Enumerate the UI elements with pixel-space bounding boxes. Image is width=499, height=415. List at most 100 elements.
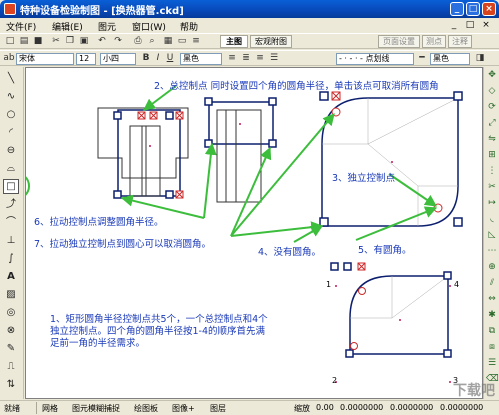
join-tool-icon[interactable]: ⊕ (486, 261, 498, 273)
font-size-name-select[interactable]: 小四 (100, 53, 136, 65)
ellipse-arc-tool-icon[interactable]: ⌓ (3, 161, 19, 176)
status-fuzzy-snap-toggle[interactable]: 图元模糊捕捉 (72, 403, 120, 414)
drawing-canvas[interactable]: 2、总控制点 同时设置四个角的圆角半径，单击该点可取消所有圆角 3、独立控制点 … (25, 67, 483, 399)
chamfer-tool-icon[interactable]: ◺ (486, 229, 498, 241)
status-x-value: 0.0000000 (340, 403, 384, 412)
rounded-rectangle-small (330, 262, 452, 358)
zoom-icon[interactable]: ⌕ (146, 36, 158, 47)
new-file-icon[interactable]: □ (4, 36, 16, 47)
align-left-icon[interactable]: ≡ (226, 53, 238, 64)
doc-close-button[interactable]: × (480, 19, 492, 31)
move-tool-icon[interactable]: ✥ (486, 69, 498, 81)
text-color-select[interactable]: 黑色 (180, 53, 222, 65)
fill-icon[interactable]: ◨ (474, 53, 486, 64)
weld-symbol-icon[interactable]: ⊗ (3, 323, 19, 338)
status-grid-toggle[interactable]: 网格 (42, 403, 58, 414)
rotate-tool-icon[interactable]: ⟳ (486, 101, 498, 113)
paste-icon[interactable]: ▣ (78, 36, 90, 47)
justify-icon[interactable]: ☰ (268, 53, 280, 64)
stretch-tool-icon[interactable]: ⇔ (486, 293, 498, 305)
undo-icon[interactable]: ↶ (96, 36, 108, 47)
group-tool-icon[interactable]: ⧉ (486, 325, 498, 337)
tab-page-setup[interactable]: 页面设置 (378, 35, 420, 48)
redo-icon[interactable]: ↷ (112, 36, 124, 47)
status-bar: 就绪 网格 图元模糊捕捉 绘图板 图像+ 图层 缩放 0.00 0.000000… (0, 400, 499, 415)
layer-tool-icon[interactable]: ☰ (486, 357, 498, 369)
fillet-tool-icon[interactable]: ◟ (486, 213, 498, 225)
menu-element[interactable]: 图元 (98, 20, 116, 33)
array-tool-icon[interactable]: ⋮ (486, 165, 498, 177)
break-tool-icon[interactable]: ⋯ (486, 245, 498, 257)
menu-help[interactable]: 帮助 (180, 20, 198, 33)
maximize-button[interactable]: □ (466, 2, 480, 16)
leader-tool-icon[interactable]: ⎍ (3, 359, 19, 374)
status-image-toggle[interactable]: 图像+ (172, 403, 195, 414)
flip-tool-icon[interactable]: ⇋ (486, 133, 498, 145)
watermark: 下载吧 (453, 383, 495, 399)
control-handles-left (113, 111, 184, 199)
open-folder-icon[interactable]: ▤ (18, 36, 30, 47)
line-tool-icon[interactable]: ╲ (3, 71, 19, 86)
doc-restore-button[interactable]: □ (464, 19, 476, 31)
extend-tool-icon[interactable]: ↦ (486, 197, 498, 209)
line-style-select[interactable]: - · - · - 点划线 (336, 53, 414, 65)
menu-bar: 文件(F) 编辑(E) 图元 窗口(W) 帮助 _ □ × (0, 18, 499, 33)
menu-edit[interactable]: 编辑(E) (52, 20, 83, 33)
hatch-tool-icon[interactable]: ▨ (3, 287, 19, 302)
line-color-select[interactable]: 黑色 (430, 53, 470, 65)
bezier-tool-icon[interactable]: ⤴ (3, 197, 19, 212)
line-width-icon[interactable]: ━ (416, 53, 428, 64)
align-tool-icon[interactable]: ⊞ (486, 149, 498, 161)
polygon-tool-icon[interactable]: ⌒ (3, 215, 19, 230)
mirror-tool-icon[interactable]: ⇅ (3, 377, 19, 392)
font-select[interactable]: 宋体 (16, 53, 74, 65)
italic-icon[interactable]: I (152, 53, 164, 64)
align-right-icon[interactable]: ≡ (254, 53, 266, 64)
annotation-summary: 1、矩形圆角半径控制点共5个，一个总控制点和4个 独立控制点。四个角的圆角半径按… (50, 314, 320, 350)
explode-tool-icon[interactable]: ✱ (486, 309, 498, 321)
align-center-icon[interactable]: ≣ (240, 53, 252, 64)
cut-icon[interactable]: ✂ (50, 36, 62, 47)
tab-measure-points[interactable]: 测点 (422, 35, 446, 48)
underline-icon[interactable]: U (164, 53, 176, 64)
scale-tool-icon[interactable]: ⤢ (486, 117, 498, 129)
tab-main-drawing[interactable]: 主图 (220, 35, 248, 48)
ellipse-tool-icon[interactable]: ⊖ (3, 143, 19, 158)
circle-tool-icon[interactable]: ○ (3, 107, 19, 122)
minimize-button[interactable]: _ (450, 2, 464, 16)
corner-label-1: 1 (326, 280, 332, 289)
trim-tool-icon[interactable]: ✂ (486, 181, 498, 193)
polyline-tool-icon[interactable]: ∿ (3, 89, 19, 104)
status-drawing-board-toggle[interactable]: 绘图板 (134, 403, 158, 414)
bold-icon[interactable]: B (140, 53, 152, 64)
target-tool-icon[interactable]: ◎ (3, 305, 19, 320)
offset-tool-icon[interactable]: ⫽ (486, 277, 498, 289)
menu-file[interactable]: 文件(F) (6, 20, 36, 33)
doc-minimize-button[interactable]: _ (448, 19, 460, 31)
annotation-drag-adjust-radius: 6、拉动控制点调整圆角半径。 (34, 217, 164, 228)
grid-icon[interactable]: ▦ (162, 36, 174, 47)
select-icon[interactable]: ▭ (176, 36, 188, 47)
tab-annotations[interactable]: 注释 (448, 35, 472, 48)
text-tool-icon[interactable]: A (3, 269, 19, 284)
copy-tool-icon[interactable]: ◇ (486, 85, 498, 97)
part-drawing-left (97, 107, 189, 197)
rectangle-tool-icon[interactable]: □ (3, 179, 19, 194)
title-bar: 特种设备检验制图 - [换热器管.ckd] _ □ × (0, 0, 499, 18)
font-size-select[interactable]: 12 (76, 53, 96, 65)
pen-tool-icon[interactable]: ✎ (3, 341, 19, 356)
status-zoom-label: 缩放 (294, 404, 310, 413)
tab-macro-drawing[interactable]: 宏观附图 (250, 35, 292, 48)
save-icon[interactable]: ■ (32, 36, 44, 47)
print-icon[interactable]: ⎙ (132, 36, 144, 47)
spline-tool-icon[interactable]: ∫ (3, 251, 19, 266)
copy-icon[interactable]: ❐ (64, 36, 76, 47)
close-button[interactable]: × (482, 2, 496, 16)
status-layer-toggle[interactable]: 图层 (210, 403, 226, 414)
properties-icon[interactable]: ≡ (190, 36, 202, 47)
annotation-drag-to-center: 7、拉动独立控制点到圆心可以取消圆角。 (34, 239, 212, 250)
menu-window[interactable]: 窗口(W) (132, 20, 166, 33)
dimension-tool-icon[interactable]: ⊥ (3, 233, 19, 248)
ungroup-tool-icon[interactable]: ⧈ (486, 341, 498, 353)
arc-tool-icon[interactable]: ◜ (3, 125, 19, 140)
